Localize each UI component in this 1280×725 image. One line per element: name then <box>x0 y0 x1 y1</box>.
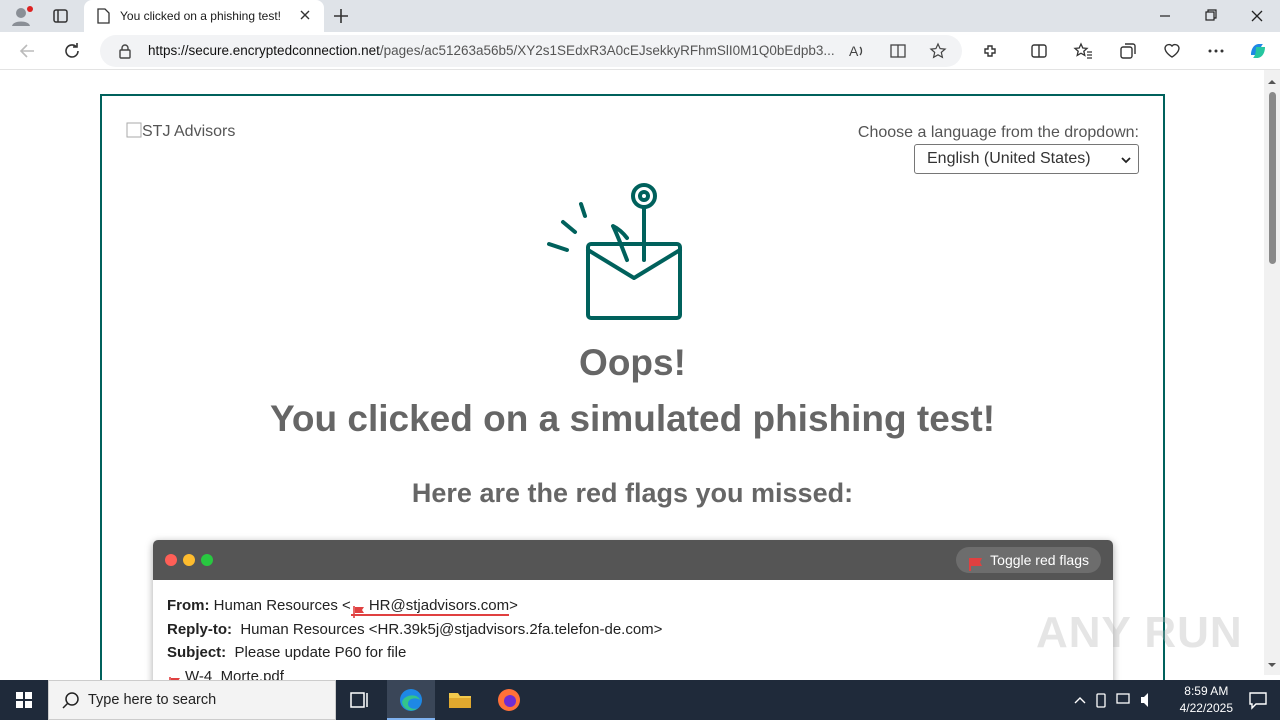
red-flags-heading: Here are the red flags you missed: <box>411 478 854 508</box>
watermark: ANY RUN <box>1036 608 1243 657</box>
phishing-test-headline: You clicked on a simulated phishing test… <box>269 398 996 439</box>
company-logo: STJ Advisors <box>126 122 235 141</box>
vertical-scrollbar[interactable] <box>1264 70 1280 675</box>
search-placeholder: Type here to search <box>88 692 217 708</box>
close-dot <box>165 554 177 566</box>
page-viewport: STJ Advisors Choose a language from the … <box>0 70 1280 680</box>
tab-title: You clicked on a phishing test! <box>120 9 281 23</box>
logo-alt-text: STJ Advisors <box>142 123 236 140</box>
from-label: From: <box>167 597 210 614</box>
file-explorer-icon[interactable] <box>436 680 484 720</box>
search-icon <box>61 691 81 716</box>
edge-taskbar-icon[interactable] <box>387 680 435 720</box>
system-tray: 8:59 AM 4/22/2025 <box>1065 680 1280 720</box>
svg-text:A: A <box>849 43 859 59</box>
email-window-bar: Toggle red flags <box>153 540 1113 580</box>
close-window-icon[interactable] <box>1247 8 1267 24</box>
collections-icon[interactable] <box>1118 41 1138 61</box>
flagged-attachment[interactable]: W-4_Morte.pdf <box>167 667 284 681</box>
language-label: Choose a language from the dropdown: <box>857 124 1139 141</box>
phishing-hook-envelope-icon <box>547 180 687 330</box>
chevron-down-icon <box>1120 153 1132 171</box>
from-close: > <box>509 597 518 614</box>
maximize-dot <box>201 554 213 566</box>
firefox-icon[interactable] <box>485 680 533 720</box>
more-menu-icon[interactable] <box>1206 41 1226 61</box>
oops-heading: Oops! <box>579 342 686 383</box>
content-frame: STJ Advisors Choose a language from the … <box>100 94 1165 680</box>
close-tab-icon[interactable] <box>298 8 312 27</box>
scroll-down-icon[interactable] <box>1264 659 1280 671</box>
language-selected: English (United States) <box>927 150 1091 167</box>
new-tab-icon[interactable] <box>330 6 352 26</box>
extensions-icon[interactable] <box>981 41 1001 61</box>
email-headers: From: Human Resources < HR@stjadvisors.co… <box>153 580 1113 680</box>
language-select[interactable]: English (United States) <box>914 144 1139 174</box>
back-icon[interactable] <box>18 41 38 61</box>
refresh-icon[interactable] <box>62 41 82 61</box>
network-icon <box>1116 693 1130 704</box>
notification-icon[interactable] <box>1248 690 1268 715</box>
active-tab[interactable]: You clicked on a phishing test! <box>84 0 324 32</box>
replyto-label: Reply-to: <box>167 620 232 638</box>
attachment-row: W-4_Morte.pdf <box>167 665 1099 681</box>
copilot-icon[interactable] <box>1247 40 1267 60</box>
broken-image-icon <box>126 122 142 138</box>
subject-row: Subject: Please update P60 for file <box>167 641 1099 665</box>
taskbar: Type here to search 8:59 AM 4/22/2025 <box>0 680 1280 720</box>
flag-icon <box>968 553 984 579</box>
replyto-value: Human Resources <HR.39k5j@stjadvisors.2f… <box>240 620 663 638</box>
split-screen-icon[interactable] <box>1029 41 1049 61</box>
taskbar-search-box[interactable]: Type here to search <box>48 680 336 720</box>
red-flag-icon <box>353 602 365 626</box>
show-hidden-icons-icon <box>1074 697 1086 704</box>
url-domain: https://secure.encryptedconnection.net <box>148 43 380 58</box>
scrollbar-thumb[interactable] <box>1269 92 1276 264</box>
email-preview: Toggle red flags From: Human Resources <… <box>153 540 1113 680</box>
volume-icon <box>1141 693 1148 707</box>
minimize-dot <box>183 554 195 566</box>
url-text[interactable]: https://secure.encryptedconnection.net/p… <box>148 43 838 58</box>
from-address: HR@stjadvisors.com <box>368 597 510 614</box>
restore-icon[interactable] <box>1201 8 1221 24</box>
address-bar[interactable]: https://secure.encryptedconnection.net/p… <box>100 35 962 67</box>
tab-actions-icon[interactable] <box>48 6 72 26</box>
battery-icon <box>1096 693 1106 708</box>
replyto-row: Reply-to: Human Resources <HR.39k5j@stja… <box>167 618 1099 642</box>
task-view-icon[interactable] <box>336 680 384 720</box>
from-name: Human Resources < <box>213 597 351 614</box>
toggle-red-flags-button[interactable]: Toggle red flags <box>956 547 1101 573</box>
subject-value: Please update P60 for file <box>234 644 407 661</box>
page-icon <box>96 8 110 29</box>
toggle-label: Toggle red flags <box>990 552 1089 568</box>
minimize-icon[interactable] <box>1155 8 1175 24</box>
clock-date: 4/22/2025 <box>1179 701 1233 715</box>
windows-start-icon[interactable] <box>0 680 48 720</box>
immersive-reader-icon[interactable] <box>889 42 907 60</box>
clock[interactable]: 8:59 AM 4/22/2025 <box>1180 683 1233 717</box>
favorites-icon[interactable] <box>1073 41 1093 61</box>
favorite-star-icon[interactable] <box>929 42 947 60</box>
lock-icon[interactable] <box>118 43 132 64</box>
url-path: /pages/ac51263a56b5/XY2s1SEdxR3A0cEJsekk… <box>379 43 835 58</box>
flagged-from-address[interactable]: HR@stjadvisors.com <box>350 597 510 618</box>
from-row: From: Human Resources < HR@stjadvisors.co… <box>167 594 1099 618</box>
browser-toolbar: https://secure.encryptedconnection.net/p… <box>0 32 1280 70</box>
read-aloud-icon[interactable]: A <box>848 42 866 60</box>
attachment-name: W-4_Morte.pdf <box>185 667 284 681</box>
clock-time: 8:59 AM <box>1184 684 1229 698</box>
browser-essentials-icon[interactable] <box>1162 41 1182 61</box>
red-flag-icon <box>169 673 181 680</box>
tab-strip: You clicked on a phishing test! <box>0 0 1280 32</box>
scroll-up-icon[interactable] <box>1264 76 1280 88</box>
subject-label: Subject: <box>167 644 227 661</box>
profile-icon[interactable] <box>8 4 34 28</box>
